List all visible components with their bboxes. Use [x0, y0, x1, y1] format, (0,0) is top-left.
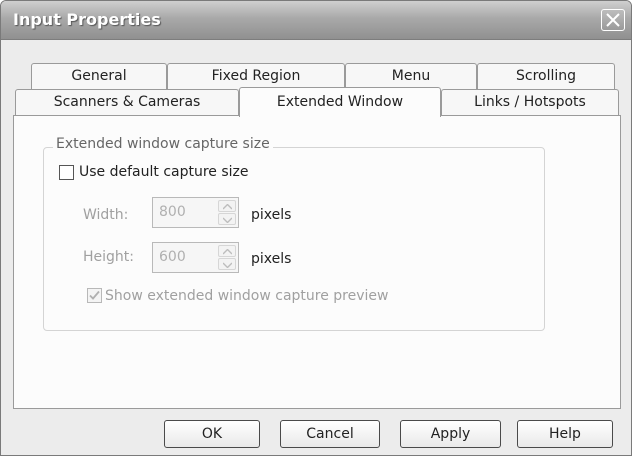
- width-label: Width:: [83, 207, 129, 223]
- width-units: pixels: [251, 207, 292, 223]
- tab-scrolling[interactable]: Scrolling: [477, 63, 615, 89]
- width-value: 800: [159, 204, 186, 220]
- dialog-title: Input Properties: [13, 10, 161, 29]
- spin-up-icon: [223, 249, 232, 255]
- tab-general[interactable]: General: [31, 63, 167, 89]
- use-default-label: Use default capture size: [79, 164, 249, 180]
- tab-extended-window[interactable]: Extended Window: [239, 87, 441, 117]
- height-spin-down[interactable]: [218, 258, 236, 270]
- close-button[interactable]: [601, 9, 625, 31]
- cancel-button[interactable]: Cancel: [280, 420, 380, 448]
- width-spinner[interactable]: 800: [152, 197, 239, 228]
- spin-down-icon: [223, 262, 232, 268]
- height-spin-up[interactable]: [218, 245, 236, 257]
- spin-down-icon: [223, 217, 232, 223]
- ok-button[interactable]: OK: [164, 420, 260, 448]
- help-button[interactable]: Help: [517, 420, 613, 448]
- use-default-checkbox[interactable]: [59, 165, 74, 180]
- apply-button[interactable]: Apply: [400, 420, 501, 448]
- width-spin-up[interactable]: [218, 200, 236, 212]
- tab-scanners-cameras[interactable]: Scanners & Cameras: [15, 89, 239, 115]
- height-units: pixels: [251, 251, 292, 267]
- spin-up-icon: [223, 204, 232, 210]
- tab-links-hotspots[interactable]: Links / Hotspots: [441, 89, 619, 115]
- close-icon: [606, 13, 620, 27]
- height-label: Height:: [83, 249, 134, 265]
- input-properties-dialog: Input Properties General Fixed Region Me…: [0, 0, 632, 456]
- preview-label: Show extended window capture preview: [105, 288, 389, 304]
- width-spin-down[interactable]: [218, 213, 236, 225]
- height-spinner[interactable]: 600: [152, 242, 239, 273]
- preview-checkbox[interactable]: [87, 288, 102, 303]
- tab-menu[interactable]: Menu: [345, 63, 477, 89]
- tab-fixed-region[interactable]: Fixed Region: [167, 63, 345, 89]
- checkmark-icon: [89, 290, 100, 300]
- group-legend: Extended window capture size: [53, 136, 273, 152]
- height-value: 600: [159, 249, 186, 265]
- title-bar: Input Properties: [1, 1, 631, 40]
